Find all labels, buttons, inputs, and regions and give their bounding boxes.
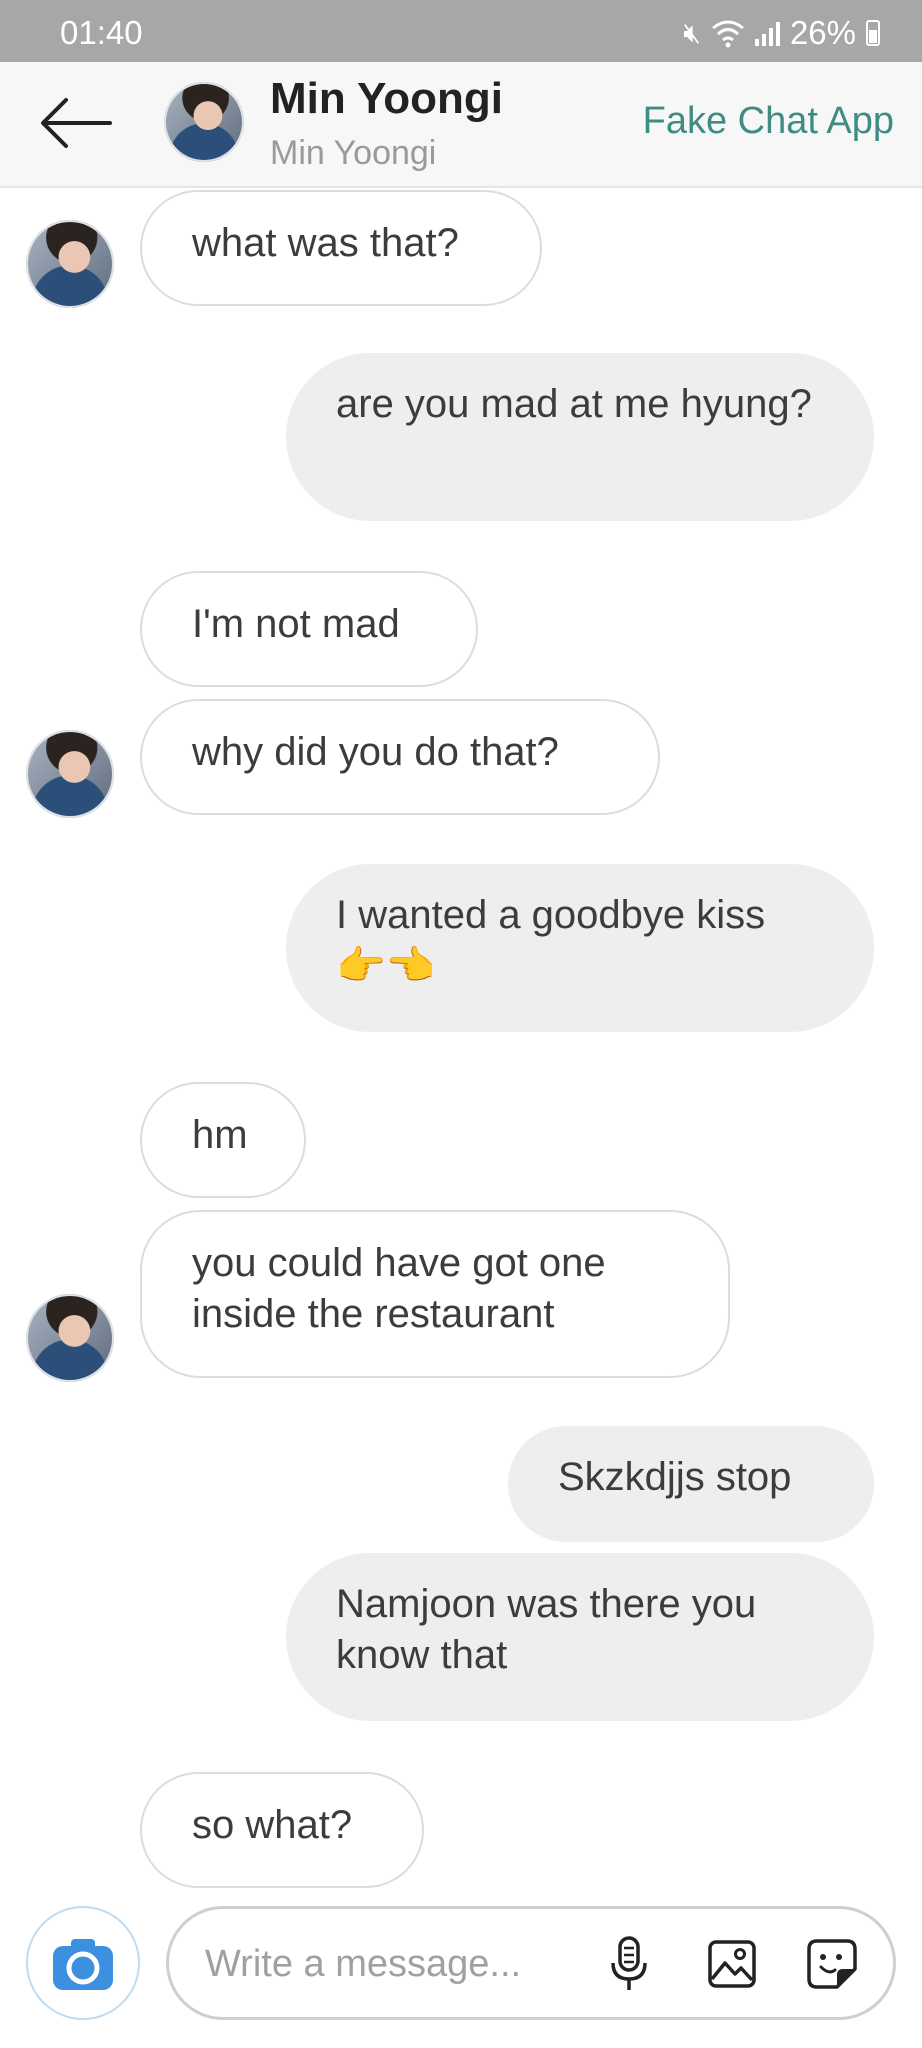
message-bubble-incoming: why did you do that? (140, 699, 660, 815)
contact-name: Min Yoongi (270, 74, 503, 123)
message-bubble-outgoing: Skzkdjjs stop (508, 1426, 874, 1542)
mute-icon: 🔇︎ (683, 16, 701, 48)
message-avatar (26, 730, 114, 818)
status-indicators: 🔇︎ 26% (683, 14, 880, 52)
sticker-icon[interactable] (805, 1937, 859, 1991)
message-bubble-incoming: what was that? (140, 190, 542, 306)
contact-avatar[interactable] (164, 82, 244, 162)
camera-icon (53, 1939, 113, 1990)
battery-icon (866, 20, 880, 46)
message-bubble-incoming: I'm not mad (140, 571, 478, 687)
chat-header: Min Yoongi Min Yoongi Fake Chat App (0, 62, 922, 188)
message-bubble-incoming: you could have got one inside the restau… (140, 1210, 730, 1378)
battery-percent: 26% (789, 14, 856, 51)
message-bubble-outgoing: are you mad at me hyung? (286, 353, 874, 521)
back-arrow-icon[interactable] (38, 90, 114, 156)
camera-button[interactable] (26, 1906, 140, 2020)
message-avatar (26, 220, 114, 308)
status-time: 01:40 (60, 14, 143, 51)
status-bar: 01:40 🔇︎ 26% (0, 0, 922, 62)
wifi-icon (712, 20, 744, 48)
image-icon[interactable] (707, 1939, 757, 1989)
message-bubble-outgoing: Namjoon was there you know that (286, 1553, 874, 1721)
message-input[interactable] (203, 1931, 587, 1997)
message-bubble-incoming: so what? (140, 1772, 424, 1888)
message-bubble-incoming: hm (140, 1082, 306, 1198)
message-bubble-outgoing: I wanted a goodbye kiss 👉👈 (286, 864, 874, 1032)
microphone-icon[interactable] (609, 1935, 649, 1993)
message-avatar (26, 1294, 114, 1382)
message-composer (166, 1906, 896, 2020)
contact-subtitle: Min Yoongi (270, 134, 437, 172)
signal-icon (754, 20, 780, 46)
app-name: Fake Chat App (642, 100, 894, 142)
